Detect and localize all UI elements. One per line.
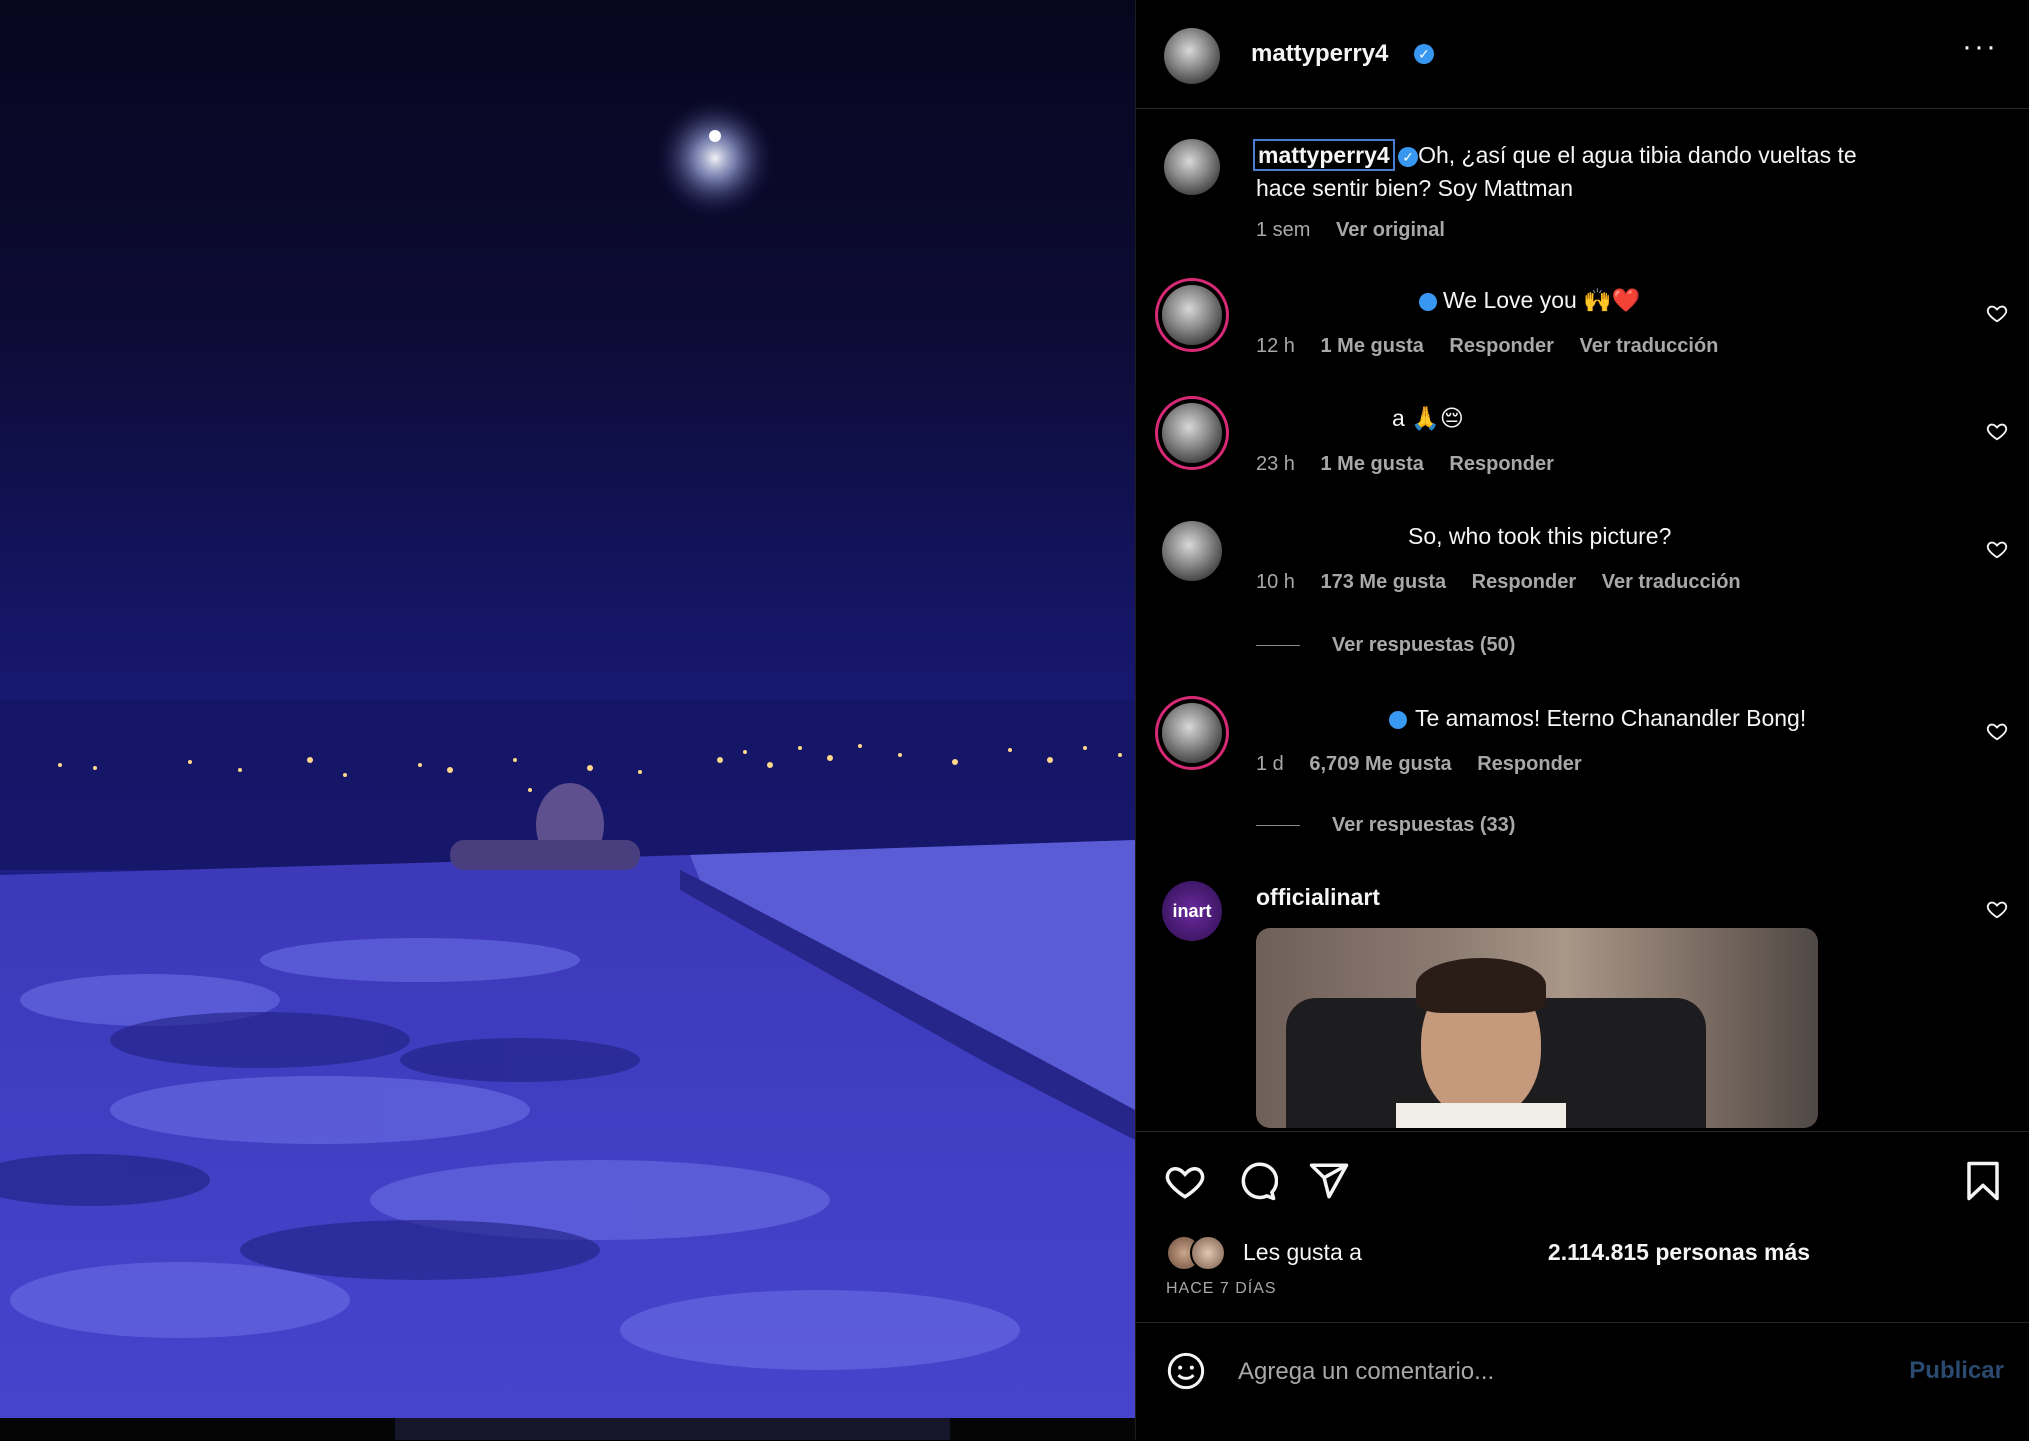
translate-link[interactable]: Ver traducción bbox=[1602, 571, 1741, 593]
page-bottom-strip bbox=[0, 1418, 1135, 1440]
comment-body: Te amamos! Eterno Chanandler Bong! bbox=[1415, 705, 1807, 731]
heart-icon[interactable] bbox=[1986, 420, 2008, 442]
comment-time: 12 h bbox=[1256, 335, 1295, 357]
comment-avatar[interactable] bbox=[1162, 403, 1222, 463]
likes-summary[interactable]: Les gusta a 2.114.815 personas más bbox=[1243, 1239, 1810, 1266]
comments-list[interactable]: mattyperry4 ✓ Oh, ¿así que el agua tibia … bbox=[1136, 109, 2029, 1131]
verified-badge-icon bbox=[1389, 710, 1407, 729]
verified-badge-icon bbox=[1419, 292, 1437, 311]
author-avatar[interactable] bbox=[1164, 28, 1220, 84]
verified-badge-icon: ✓ bbox=[1398, 146, 1419, 167]
view-replies-button[interactable]: Ver respuestas (50) bbox=[1256, 634, 1515, 657]
caption-username[interactable]: mattyperry4 bbox=[1253, 139, 1395, 171]
caption-text-line2: hace sentir bien? Soy Mattman bbox=[1256, 175, 1574, 201]
verified-badge-icon: ✓ bbox=[1414, 44, 1434, 64]
comment-text: Te amamos! Eterno Chanandler Bong! bbox=[1256, 702, 1806, 735]
heart-icon[interactable] bbox=[1986, 720, 2008, 742]
bookmark-icon[interactable] bbox=[1962, 1160, 2004, 1202]
emoji-icon[interactable] bbox=[1166, 1351, 1206, 1391]
comment-time: 1 d bbox=[1256, 753, 1284, 775]
night-pool-scene bbox=[0, 98, 1135, 1418]
post-time-ago: HACE 7 DÍAS bbox=[1166, 1280, 1277, 1297]
caption-avatar[interactable] bbox=[1164, 139, 1220, 195]
reply-button[interactable]: Responder bbox=[1477, 753, 1581, 775]
comment-input[interactable] bbox=[1236, 1349, 1840, 1395]
avatar-logo-text: inart bbox=[1172, 901, 1212, 921]
comment-gif[interactable] bbox=[1256, 928, 1818, 1128]
comment-body: We Love you 🙌❤️ bbox=[1443, 287, 1641, 313]
comment-time: 23 h bbox=[1256, 453, 1295, 475]
likers-avatars[interactable] bbox=[1166, 1235, 1228, 1271]
publish-button[interactable]: Publicar bbox=[1909, 1357, 2004, 1385]
comment-text: a 🙏😔 bbox=[1256, 402, 1464, 435]
comment-avatar[interactable]: inart bbox=[1162, 881, 1222, 941]
view-replies-button[interactable]: Ver respuestas (33) bbox=[1256, 814, 1515, 837]
heart-icon[interactable] bbox=[1986, 898, 2008, 920]
comment-avatar[interactable] bbox=[1162, 521, 1222, 581]
post-photo bbox=[0, 0, 1135, 1418]
caption-meta: 1 sem Ver original bbox=[1256, 219, 1465, 242]
translate-link[interactable]: Ver traducción bbox=[1579, 335, 1718, 357]
comment-meta: 10 h 173 Me gusta Responder Ver traducci… bbox=[1256, 571, 1761, 594]
author-username[interactable]: mattyperry4 bbox=[1251, 40, 1388, 68]
comment-avatar[interactable] bbox=[1162, 285, 1222, 345]
more-options-icon[interactable]: ··· bbox=[1962, 30, 1998, 64]
comment-bubble-icon[interactable] bbox=[1236, 1160, 1278, 1202]
comment-likes[interactable]: 6,709 Me gusta bbox=[1309, 753, 1451, 775]
comment-meta: 23 h 1 Me gusta Responder bbox=[1256, 453, 1574, 476]
comment-meta: 12 h 1 Me gusta Responder Ver traducción bbox=[1256, 335, 1738, 358]
comment-text: We Love you 🙌❤️ bbox=[1256, 284, 1641, 317]
caption-time: 1 sem bbox=[1256, 219, 1311, 241]
share-send-icon[interactable] bbox=[1308, 1160, 1350, 1202]
comment-composer: Publicar bbox=[1136, 1322, 2029, 1441]
post-side-panel: mattyperry4 ✓ ··· mattyperry4 ✓ Oh, ¿así … bbox=[1135, 0, 2029, 1440]
caption: mattyperry4 ✓ Oh, ¿así que el agua tibia … bbox=[1253, 139, 1857, 205]
comment-time: 10 h bbox=[1256, 571, 1295, 593]
like-heart-icon[interactable] bbox=[1164, 1160, 1206, 1202]
see-original-link[interactable]: Ver original bbox=[1336, 219, 1445, 241]
comment-username[interactable]: officialinart bbox=[1256, 881, 1380, 914]
caption-text-line1: Oh, ¿así que el agua tibia dando vueltas… bbox=[1418, 142, 1857, 168]
comment-body: So, who took this picture? bbox=[1408, 523, 1672, 549]
post-actions: Les gusta a 2.114.815 personas más HACE 7… bbox=[1136, 1131, 2029, 1322]
comment-avatar[interactable] bbox=[1162, 703, 1222, 763]
post-header: mattyperry4 ✓ ··· bbox=[1136, 0, 2029, 109]
reply-button[interactable]: Responder bbox=[1449, 335, 1553, 357]
heart-icon[interactable] bbox=[1986, 302, 2008, 324]
heart-icon[interactable] bbox=[1986, 538, 2008, 560]
comment-meta: 1 d 6,709 Me gusta Responder bbox=[1256, 753, 1602, 776]
comment-body: a 🙏😔 bbox=[1392, 405, 1464, 431]
reply-button[interactable]: Responder bbox=[1472, 571, 1576, 593]
comment-likes[interactable]: 1 Me gusta bbox=[1321, 453, 1424, 475]
comment-likes[interactable]: 173 Me gusta bbox=[1321, 571, 1447, 593]
reply-button[interactable]: Responder bbox=[1449, 453, 1553, 475]
comment-text: So, who took this picture? bbox=[1256, 520, 1671, 553]
comment-likes[interactable]: 1 Me gusta bbox=[1321, 335, 1424, 357]
